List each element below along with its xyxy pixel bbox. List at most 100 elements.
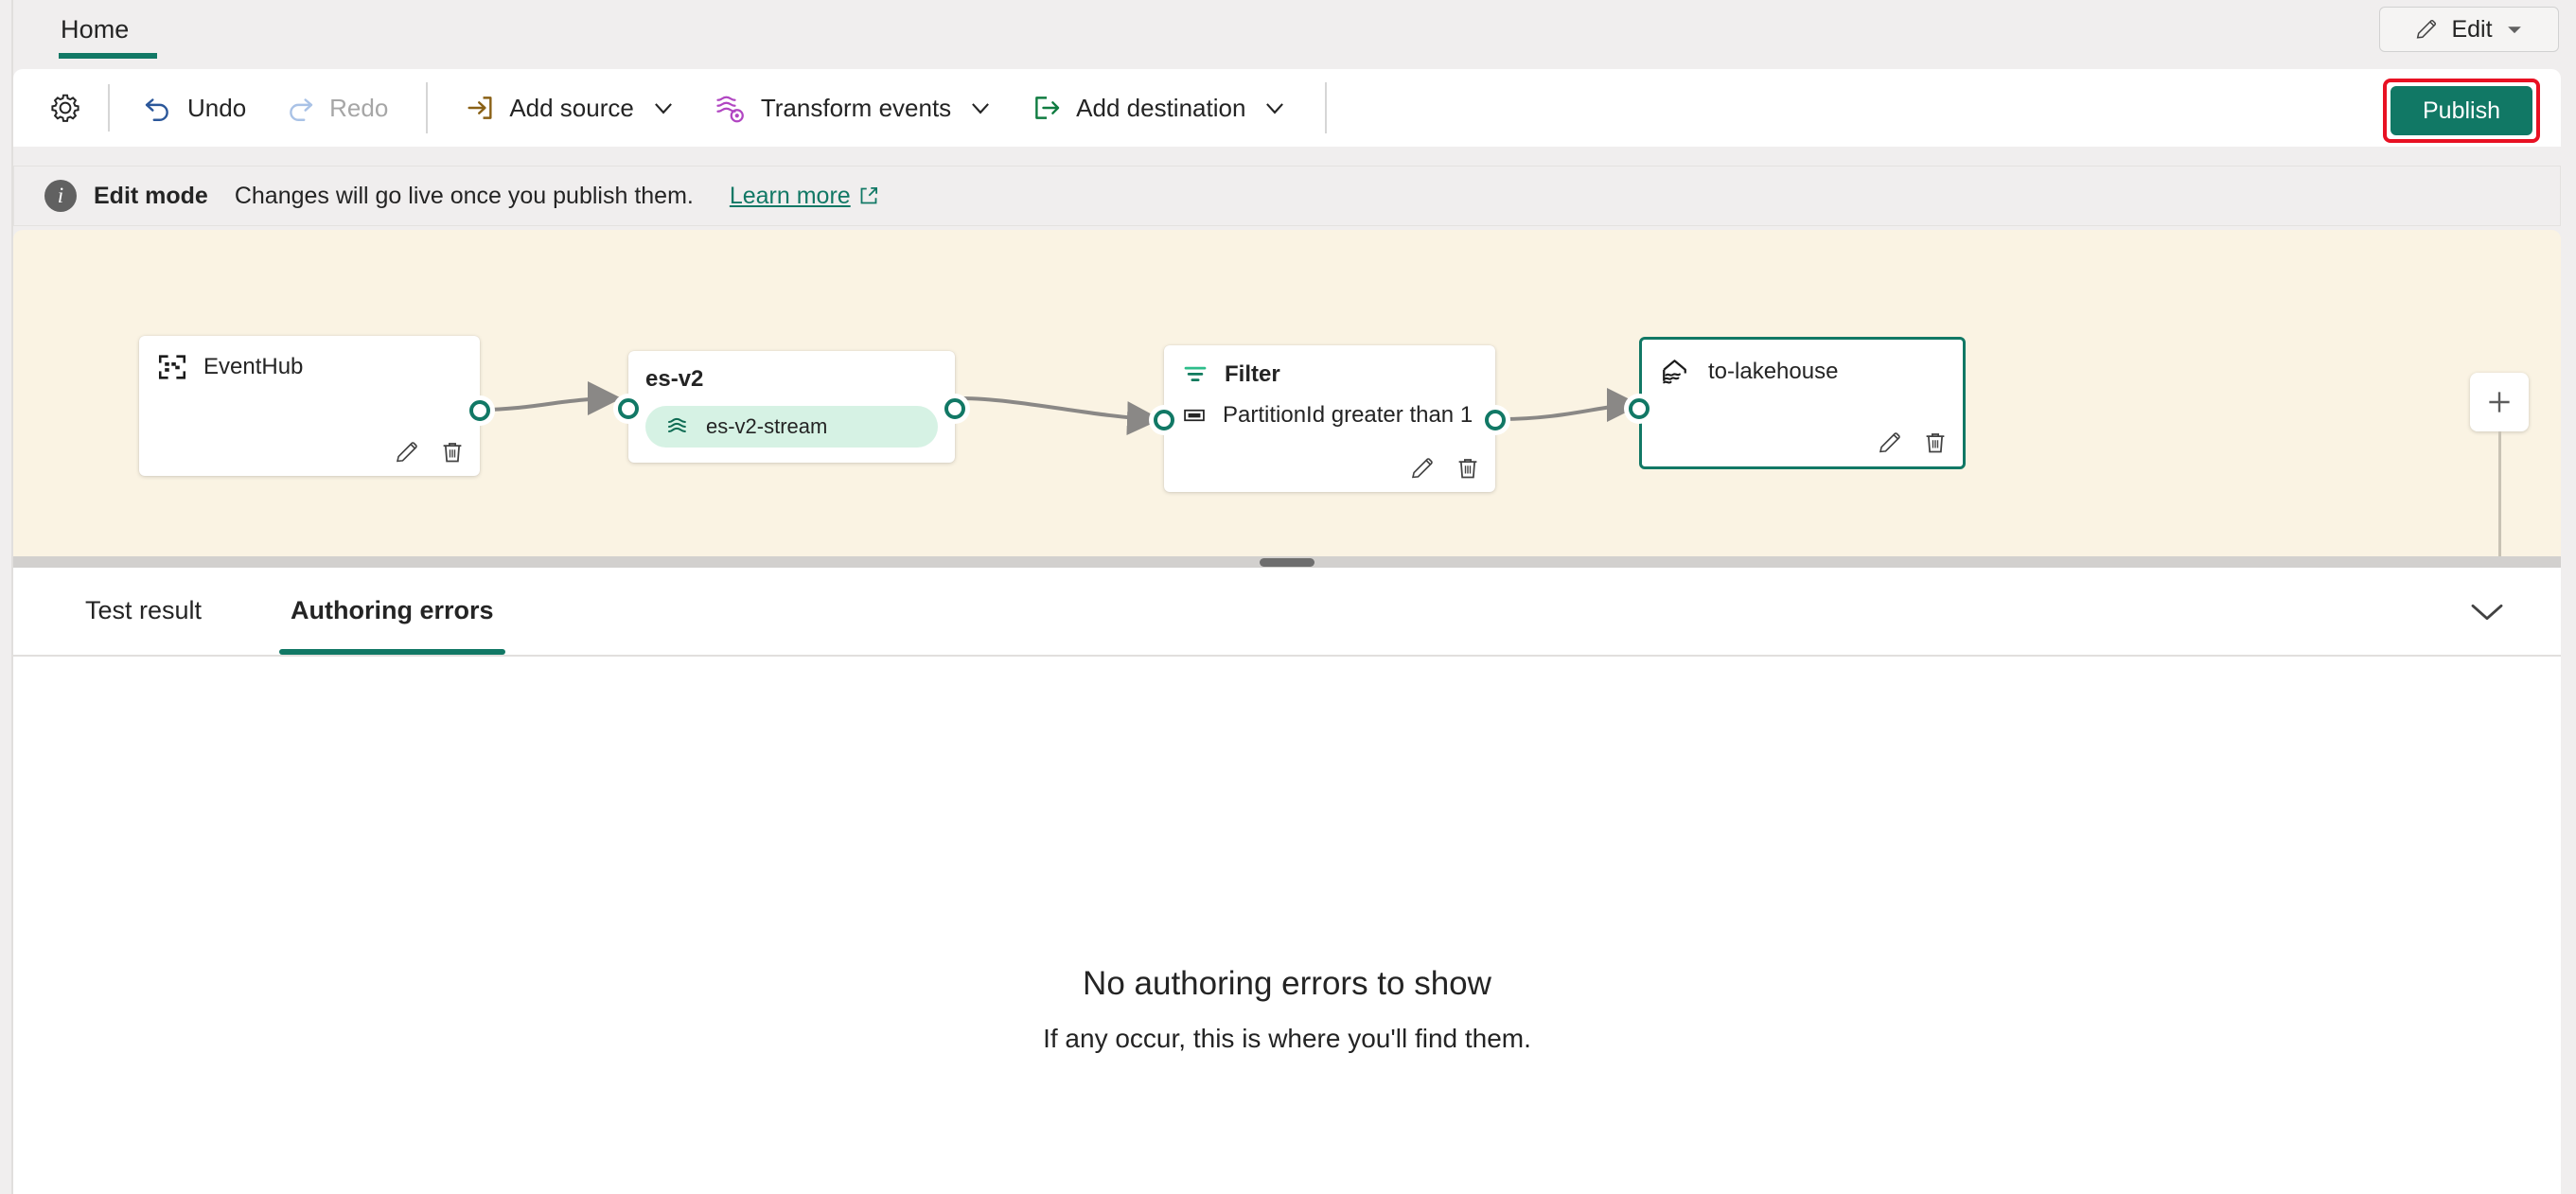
node-es-v2-header: es-v2 (628, 351, 955, 393)
learn-more-label: Learn more (729, 182, 851, 209)
node-to-lakehouse-actions (1876, 429, 1950, 457)
plus-icon (2489, 392, 2510, 413)
node-filter[interactable]: Filter PartitionId greater than 1 (1154, 345, 1506, 492)
redo-button[interactable]: Redo (265, 80, 407, 135)
node-eventhub-output-port[interactable] (469, 400, 490, 421)
toolbar-separator-2 (426, 82, 429, 133)
delete-trash-icon (443, 443, 462, 463)
node-es-v2-stream-label: es-v2-stream (706, 414, 828, 438)
tab-authoring-errors[interactable]: Authoring errors (275, 566, 509, 655)
undo-button[interactable]: Undo (123, 80, 265, 135)
transform-events-label: Transform events (760, 93, 952, 122)
info-bar-message: Changes will go live once you publish th… (234, 182, 694, 209)
redo-icon (290, 98, 313, 121)
eventstream-editor-window: Home Edit Undo Redo Add source Transform… (0, 0, 2576, 1194)
node-filter-edit-button[interactable] (1408, 454, 1437, 483)
edit-mode-info-bar: i Edit mode Changes will go live once yo… (13, 166, 2561, 226)
node-to-lakehouse-input-port[interactable] (1629, 398, 1650, 419)
edit-button-label: Edit (2451, 15, 2493, 43)
node-es-v2[interactable]: es-v2 es-v2-stream (618, 351, 965, 463)
node-filter-header: Filter (1164, 345, 1495, 389)
node-to-lakehouse-title: to-lakehouse (1708, 359, 1839, 384)
chevron-down-icon (972, 103, 990, 114)
node-eventhub[interactable]: EventHub (139, 336, 490, 476)
node-to-lakehouse-header: to-lakehouse (1642, 340, 1963, 389)
undo-label: Undo (187, 93, 247, 122)
empty-state-subtitle: If any occur, this is where you'll find … (1043, 1024, 1531, 1053)
filter-icon (1184, 366, 1207, 381)
add-source-button[interactable]: Add source (445, 80, 695, 135)
connector-esv2-to-filter[interactable] (961, 396, 1161, 436)
tab-home-label: Home (61, 14, 130, 44)
add-destination-button[interactable]: Add destination (1012, 80, 1306, 135)
transform-events-button[interactable]: Transform events (695, 80, 1012, 135)
tab-home-active-underline (59, 53, 157, 59)
add-source-icon (468, 97, 492, 119)
external-link-icon (860, 187, 877, 204)
condition-icon (1184, 409, 1205, 422)
eventstream-canvas[interactable]: EventHub es-v2 es-v2-stream Filter Parti… (13, 230, 2561, 556)
ribbon-top-row: Home Edit (13, 0, 2576, 59)
node-eventhub-edit-button[interactable] (393, 438, 421, 466)
node-eventhub-actions (393, 438, 467, 466)
connector-eventhub-to-esv2[interactable] (483, 381, 622, 416)
node-filter-output-port[interactable] (1485, 410, 1506, 430)
chevron-down-icon (1266, 103, 1284, 114)
node-es-v2-input-port[interactable] (618, 398, 639, 419)
node-to-lakehouse[interactable]: to-lakehouse (1629, 337, 1966, 469)
publish-button[interactable]: Publish (2391, 86, 2532, 135)
left-gutter (0, 0, 13, 1194)
toolbar-separator-3 (1325, 82, 1328, 133)
edit-button[interactable]: Edit (2379, 7, 2559, 52)
node-to-lakehouse-delete-button[interactable] (1921, 429, 1950, 457)
pencil-icon (2417, 19, 2437, 39)
edit-pencil-icon (1879, 432, 1900, 453)
add-destination-label: Add destination (1076, 93, 1246, 122)
panel-resize-grip[interactable] (1260, 557, 1314, 567)
tab-authoring-errors-label: Authoring errors (291, 595, 494, 624)
edit-pencil-icon (396, 442, 417, 463)
tab-test-result[interactable]: Test result (70, 566, 217, 655)
node-es-v2-title: es-v2 (645, 366, 704, 392)
eventhub-icon (158, 355, 186, 379)
toolbar: Undo Redo Add source Transform events Ad… (13, 69, 2561, 147)
info-icon: i (44, 180, 77, 212)
bottom-panel-tab-bar: Test result Authoring errors (13, 568, 2561, 657)
tab-home[interactable]: Home (55, 0, 134, 59)
empty-state-title: No authoring errors to show (1083, 965, 1491, 1002)
node-filter-condition-label: PartitionId greater than 1 (1223, 402, 1473, 428)
node-to-lakehouse-edit-button[interactable] (1876, 429, 1904, 457)
node-filter-delete-button[interactable] (1454, 454, 1482, 483)
canvas-vertical-scroll-region[interactable] (2548, 230, 2561, 556)
collapse-panel-button[interactable] (2462, 590, 2512, 634)
toolbar-separator-1 (108, 84, 110, 132)
publish-button-highlight: Publish (2383, 79, 2540, 143)
node-filter-condition: PartitionId greater than 1 (1164, 389, 1495, 429)
settings-button[interactable] (36, 80, 95, 135)
authoring-errors-empty-state: No authoring errors to show If any occur… (13, 965, 2561, 1054)
add-destination-icon (1035, 97, 1060, 119)
connector-filter-to-lakehouse[interactable] (1500, 388, 1641, 423)
node-eventhub-delete-button[interactable] (438, 438, 467, 466)
publish-button-label: Publish (2423, 97, 2500, 124)
learn-more-link[interactable]: Learn more (730, 183, 880, 210)
add-node-stem-line (2498, 431, 2501, 556)
node-filter-input-port[interactable] (1154, 410, 1174, 430)
info-bar-title: Edit mode (94, 182, 208, 209)
bottom-panel: Test result Authoring errors No authorin… (13, 568, 2561, 1194)
chevron-down-icon (2471, 604, 2503, 621)
node-eventhub-header: EventHub (139, 336, 480, 383)
transform-events-icon (716, 96, 744, 123)
chevron-down-icon (2507, 26, 2521, 34)
redo-label: Redo (329, 93, 389, 122)
delete-trash-icon (1458, 459, 1477, 479)
node-eventhub-title: EventHub (203, 354, 304, 379)
tab-test-result-label: Test result (85, 595, 203, 624)
node-es-v2-output-port[interactable] (944, 398, 965, 419)
undo-icon (145, 98, 168, 121)
delete-trash-icon (1926, 433, 1945, 453)
chevron-down-icon (654, 103, 672, 114)
node-es-v2-stream-pill[interactable]: es-v2-stream (645, 406, 938, 448)
node-filter-title: Filter (1225, 361, 1280, 387)
add-node-button[interactable] (2470, 373, 2529, 431)
